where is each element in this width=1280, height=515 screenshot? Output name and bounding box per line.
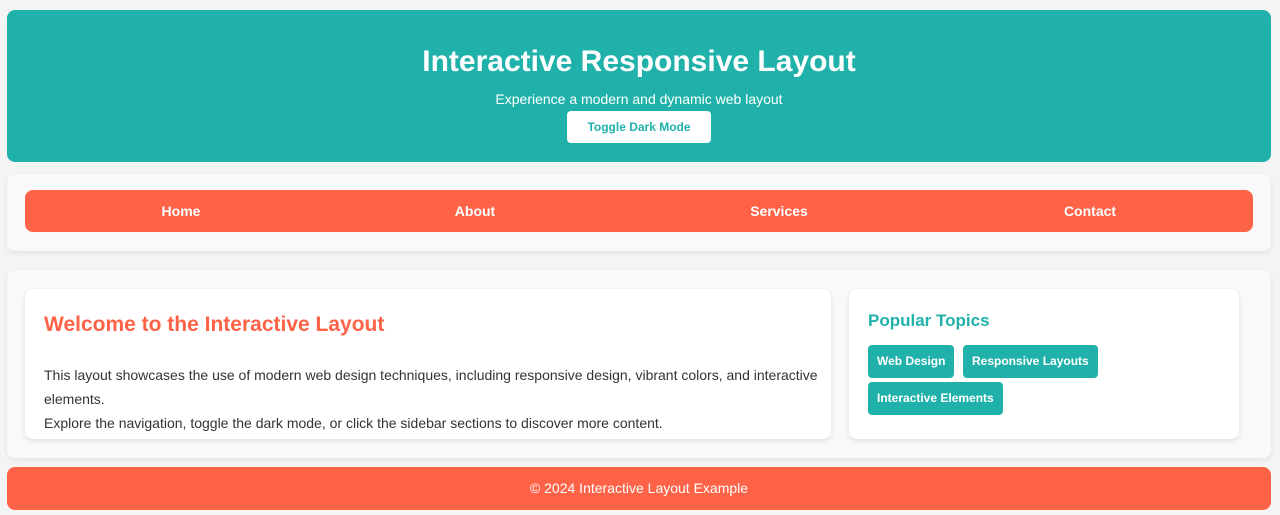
- topic-web-design[interactable]: Web Design: [868, 345, 955, 378]
- content-paragraph-explore: Explore the navigation, toggle the dark …: [44, 415, 663, 431]
- sidebar-card: Popular Topics Web Design Responsive Lay…: [849, 289, 1239, 439]
- page-subtitle: Experience a modern and dynamic web layo…: [495, 91, 783, 107]
- toggle-dark-mode-button[interactable]: Toggle Dark Mode: [567, 111, 711, 143]
- nav-link-about[interactable]: About: [455, 190, 495, 232]
- content-paragraph-intro: This layout showcases the use of modern …: [44, 367, 818, 407]
- nav-link-services[interactable]: Services: [750, 190, 808, 232]
- content-heading: Welcome to the Interactive Layout: [44, 313, 385, 336]
- content-card: Welcome to the Interactive Layout This l…: [25, 289, 831, 439]
- page-footer: © 2024 Interactive Layout Example: [7, 467, 1271, 510]
- main-container: Welcome to the Interactive Layout This l…: [7, 270, 1271, 458]
- main-nav: Home About Services Contact: [25, 190, 1253, 232]
- nav-container: Home About Services Contact: [7, 174, 1271, 251]
- sidebar-heading: Popular Topics: [868, 311, 990, 330]
- topic-interactive-elements[interactable]: Interactive Elements: [868, 382, 1003, 415]
- page-title: Interactive Responsive Layout: [422, 45, 856, 78]
- footer-text: © 2024 Interactive Layout Example: [529, 480, 749, 496]
- page-header: Interactive Responsive Layout Experience…: [7, 10, 1271, 162]
- nav-link-home[interactable]: Home: [162, 190, 201, 232]
- nav-link-contact[interactable]: Contact: [1064, 190, 1116, 232]
- topic-responsive-layouts[interactable]: Responsive Layouts: [963, 345, 1098, 378]
